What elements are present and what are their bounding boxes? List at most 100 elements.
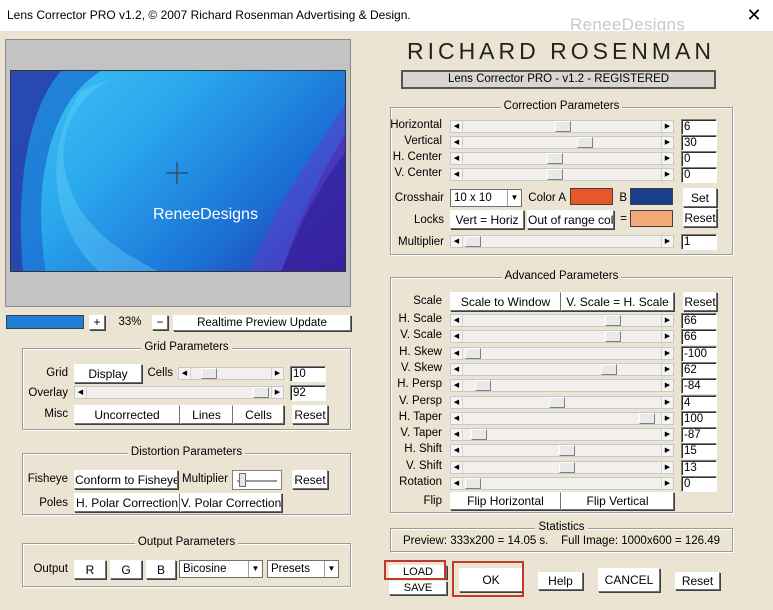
- slider-right-arrow-icon[interactable]: ▶: [661, 412, 673, 424]
- locks-reset-button[interactable]: Reset: [683, 208, 717, 227]
- slider-thumb[interactable]: [549, 396, 565, 408]
- color-b-swatch[interactable]: [630, 188, 673, 205]
- slider-left-arrow-icon[interactable]: ◀: [451, 461, 463, 473]
- zoom-out-button[interactable]: −: [152, 315, 168, 330]
- param-slider[interactable]: ◀ ▶: [450, 136, 674, 149]
- color-a-swatch[interactable]: [570, 188, 613, 205]
- slider-left-arrow-icon[interactable]: ◀: [451, 380, 463, 392]
- save-button[interactable]: SAVE: [389, 581, 447, 595]
- slider-thumb[interactable]: [465, 347, 481, 359]
- param-slider[interactable]: ◀ ▶: [450, 346, 674, 360]
- slider-right-arrow-icon[interactable]: ▶: [661, 380, 673, 392]
- slider-left-arrow-icon[interactable]: ◀: [75, 387, 87, 398]
- param-slider[interactable]: ◀ ▶: [450, 314, 674, 327]
- realtime-preview-toggle[interactable]: Realtime Preview Update: [173, 315, 351, 331]
- slider-left-arrow-icon[interactable]: ◀: [451, 121, 463, 132]
- slider-thumb[interactable]: [465, 478, 481, 489]
- chevron-down-icon[interactable]: ▼: [507, 190, 521, 206]
- v-polar-correction-button[interactable]: V. Polar Correction: [180, 493, 282, 512]
- slider-left-arrow-icon[interactable]: ◀: [451, 331, 463, 343]
- slider-thumb[interactable]: [547, 153, 563, 164]
- slider-thumb[interactable]: [471, 429, 487, 441]
- conform-to-fisheye-button[interactable]: Conform to Fisheye: [74, 470, 178, 489]
- zoom-in-button[interactable]: +: [89, 315, 105, 330]
- slider-right-arrow-icon[interactable]: ▶: [661, 236, 673, 247]
- set-button[interactable]: Set: [683, 188, 717, 207]
- slider-left-arrow-icon[interactable]: ◀: [451, 169, 463, 180]
- slider-left-arrow-icon[interactable]: ◀: [451, 137, 463, 148]
- param-value-input[interactable]: 62: [681, 361, 717, 378]
- chevron-down-icon[interactable]: ▼: [324, 561, 338, 577]
- param-slider[interactable]: ◀ ▶: [450, 120, 674, 133]
- slider-left-arrow-icon[interactable]: ◀: [451, 347, 463, 359]
- grid-display-button[interactable]: Display: [74, 364, 142, 383]
- slider-right-arrow-icon[interactable]: ▶: [661, 137, 673, 148]
- slider-right-arrow-icon[interactable]: ▶: [661, 153, 673, 164]
- footer-reset-button[interactable]: Reset: [675, 572, 720, 590]
- cells-value-input[interactable]: 10: [290, 366, 326, 382]
- param-slider[interactable]: ◀ ▶: [450, 477, 674, 490]
- param-value-input[interactable]: 66: [681, 329, 717, 346]
- slider-thumb[interactable]: [475, 380, 491, 392]
- out-of-range-color-swatch[interactable]: [630, 210, 673, 227]
- slider-thumb[interactable]: [239, 473, 246, 487]
- slider-right-arrow-icon[interactable]: ▶: [661, 363, 673, 375]
- grid-reset-button[interactable]: Reset: [292, 405, 328, 424]
- slider-left-arrow-icon[interactable]: ◀: [451, 236, 463, 247]
- param-slider[interactable]: ◀ ▶: [450, 460, 674, 474]
- chevron-down-icon[interactable]: ▼: [248, 561, 262, 577]
- slider-thumb[interactable]: [201, 368, 217, 379]
- crosshair-dropdown[interactable]: 10 x 10 ▼: [450, 189, 522, 207]
- param-value-input[interactable]: -87: [681, 427, 717, 444]
- slider-left-arrow-icon[interactable]: ◀: [451, 478, 463, 489]
- slider-left-arrow-icon[interactable]: ◀: [451, 412, 463, 424]
- param-value-input[interactable]: 4: [681, 394, 717, 411]
- flip-vertical-button[interactable]: Flip Vertical: [561, 492, 674, 510]
- distortion-reset-button[interactable]: Reset: [292, 470, 328, 489]
- slider-thumb[interactable]: [555, 121, 571, 132]
- param-value-input[interactable]: 6: [681, 119, 717, 135]
- out-of-range-color-button[interactable]: Out of range col: [527, 210, 614, 229]
- param-value-input[interactable]: 66: [681, 313, 717, 329]
- fisheye-multiplier-slider[interactable]: [232, 470, 282, 490]
- vert-horiz-lock-button[interactable]: Vert = Horiz: [450, 210, 524, 229]
- output-g-button[interactable]: G: [110, 560, 142, 579]
- presets-dropdown[interactable]: Presets ▼: [267, 560, 339, 578]
- param-slider[interactable]: ◀ ▶: [450, 428, 674, 442]
- param-value-input[interactable]: 15: [681, 443, 717, 460]
- slider-thumb[interactable]: [253, 387, 269, 398]
- slider-thumb[interactable]: [577, 137, 593, 148]
- slider-right-arrow-icon[interactable]: ▶: [661, 396, 673, 408]
- slider-right-arrow-icon[interactable]: ▶: [661, 169, 673, 180]
- slider-left-arrow-icon[interactable]: ◀: [451, 153, 463, 164]
- slider-left-arrow-icon[interactable]: ◀: [179, 368, 191, 379]
- correction-multiplier-input[interactable]: 1: [681, 234, 717, 250]
- slider-thumb[interactable]: [465, 236, 481, 247]
- output-r-button[interactable]: R: [74, 560, 106, 579]
- param-slider[interactable]: ◀ ▶: [450, 444, 674, 458]
- slider-thumb[interactable]: [559, 461, 575, 473]
- slider-right-arrow-icon[interactable]: ▶: [271, 368, 283, 379]
- lines-button[interactable]: Lines: [180, 405, 233, 424]
- slider-thumb[interactable]: [605, 331, 621, 343]
- h-polar-correction-button[interactable]: H. Polar Correction: [74, 493, 180, 512]
- param-slider[interactable]: ◀ ▶: [450, 395, 674, 409]
- advanced-reset-button[interactable]: Reset: [683, 292, 717, 311]
- param-slider[interactable]: ◀ ▶: [450, 152, 674, 165]
- slider-right-arrow-icon[interactable]: ▶: [661, 478, 673, 489]
- param-value-input[interactable]: 30: [681, 135, 717, 151]
- preview-image[interactable]: ReneeDesigns: [10, 70, 346, 272]
- slider-right-arrow-icon[interactable]: ▶: [271, 387, 283, 398]
- slider-right-arrow-icon[interactable]: ▶: [661, 121, 673, 132]
- slider-left-arrow-icon[interactable]: ◀: [451, 396, 463, 408]
- param-slider[interactable]: ◀ ▶: [450, 411, 674, 425]
- slider-right-arrow-icon[interactable]: ▶: [661, 461, 673, 473]
- close-icon[interactable]: ✕: [742, 4, 766, 26]
- param-slider[interactable]: ◀ ▶: [450, 330, 674, 344]
- param-slider[interactable]: ◀ ▶: [450, 168, 674, 181]
- param-slider[interactable]: ◀ ▶: [450, 362, 674, 376]
- cancel-button[interactable]: CANCEL: [598, 568, 660, 592]
- param-slider[interactable]: ◀ ▶: [450, 379, 674, 393]
- slider-thumb[interactable]: [639, 412, 655, 424]
- slider-right-arrow-icon[interactable]: ▶: [661, 445, 673, 457]
